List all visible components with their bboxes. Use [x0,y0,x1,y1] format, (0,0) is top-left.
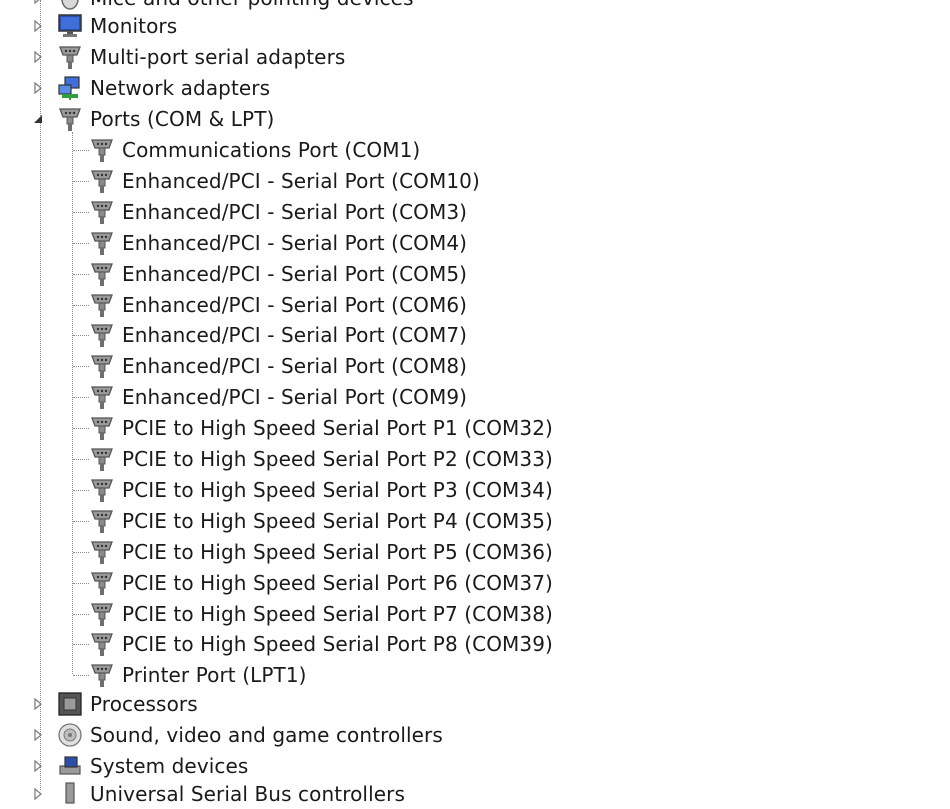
port-device-item[interactable]: PCIE to High Speed Serial Port P3 (COM34… [70,474,553,505]
port-device-label: PCIE to High Speed Serial Port P5 (COM36… [122,539,553,564]
expand-arrow-icon[interactable] [30,758,46,774]
tree-item-sound-video-game[interactable]: Sound, video and game controllers [30,719,443,750]
tree-item-label: Sound, video and game controllers [90,722,443,747]
network-adapter-icon [56,74,84,102]
port-icon [88,507,116,535]
port-icon [88,321,116,349]
port-icon [88,414,116,442]
port-device-label: PCIE to High Speed Serial Port P8 (COM39… [122,631,553,656]
port-device-label: Enhanced/PCI - Serial Port (COM5) [122,261,468,286]
tree-item-multi-port-serial-adapters[interactable]: Multi-port serial adapters [30,41,345,72]
port-device-label: PCIE to High Speed Serial Port P3 (COM34… [122,477,553,502]
port-device-label: PCIE to High Speed Serial Port P1 (COM32… [122,415,553,440]
tree-item-label: Ports (COM & LPT) [90,106,275,131]
port-device-item[interactable]: PCIE to High Speed Serial Port P8 (COM39… [70,628,553,659]
port-icon [88,445,116,473]
port-device-item[interactable]: PCIE to High Speed Serial Port P2 (COM33… [70,443,553,474]
monitor-icon [56,12,84,40]
usb-icon [56,780,84,808]
port-icon [88,569,116,597]
port-device-item[interactable]: Enhanced/PCI - Serial Port (COM4) [70,227,467,258]
port-icon [88,136,116,164]
tree-item-usb-controllers[interactable]: Universal Serial Bus controllers [30,778,405,809]
port-device-item[interactable]: PCIE to High Speed Serial Port P7 (COM38… [70,598,553,629]
expand-arrow-icon[interactable] [30,786,46,802]
port-device-label: Enhanced/PCI - Serial Port (COM8) [122,353,468,378]
port-icon [88,630,116,658]
port-icon [88,661,116,689]
port-icon [56,43,84,71]
port-device-item[interactable]: Communications Port (COM1) [70,134,420,165]
port-device-label: Enhanced/PCI - Serial Port (COM4) [122,230,468,255]
port-icon [88,291,116,319]
port-device-item[interactable]: Enhanced/PCI - Serial Port (COM3) [70,196,467,227]
port-device-label: PCIE to High Speed Serial Port P7 (COM38… [122,601,553,626]
tree-item-processors[interactable]: Processors [30,688,198,719]
tree-item-label: System devices [90,753,249,778]
tree-item-system-devices[interactable]: System devices [30,750,248,781]
port-icon [56,105,84,133]
tree-item-label: Monitors [90,13,178,38]
port-device-label: Enhanced/PCI - Serial Port (COM9) [122,384,468,409]
port-icon [88,260,116,288]
port-device-label: Enhanced/PCI - Serial Port (COM10) [122,168,480,193]
expand-arrow-icon[interactable] [30,0,46,6]
expand-arrow-icon[interactable] [30,727,46,743]
port-icon [88,167,116,195]
port-icon [88,476,116,504]
port-device-label: PCIE to High Speed Serial Port P6 (COM37… [122,570,553,595]
processor-icon [56,690,84,718]
expand-arrow-icon[interactable] [30,80,46,96]
tree-item-ports[interactable]: Ports (COM & LPT) [30,103,274,134]
port-icon [88,383,116,411]
tree-item-label: Universal Serial Bus controllers [90,781,405,806]
port-icon [88,198,116,226]
tree-item-label: Multi-port serial adapters [90,44,346,69]
collapse-arrow-icon[interactable] [30,111,46,127]
port-icon [88,600,116,628]
tree-item-monitors[interactable]: Monitors [30,10,177,41]
port-icon [88,229,116,257]
port-device-item[interactable]: PCIE to High Speed Serial Port P4 (COM35… [70,505,553,536]
speaker-icon [56,721,84,749]
port-device-item[interactable]: Enhanced/PCI - Serial Port (COM6) [70,289,467,320]
expand-arrow-icon[interactable] [30,696,46,712]
port-device-label: PCIE to High Speed Serial Port P4 (COM35… [122,508,553,533]
port-device-label: Enhanced/PCI - Serial Port (COM7) [122,322,468,347]
tree-item-label: Mice and other pointing devices [90,0,414,10]
system-devices-icon [56,752,84,780]
expand-arrow-icon[interactable] [30,49,46,65]
device-manager-tree: Mice and other pointing devices Monitors [0,0,950,806]
port-device-label: PCIE to High Speed Serial Port P2 (COM33… [122,446,553,471]
port-device-item[interactable]: PCIE to High Speed Serial Port P6 (COM37… [70,567,553,598]
port-device-item[interactable]: Enhanced/PCI - Serial Port (COM8) [70,350,467,381]
port-device-item[interactable]: Enhanced/PCI - Serial Port (COM7) [70,319,467,350]
port-device-item[interactable]: Printer Port (LPT1) [70,659,307,690]
port-device-item[interactable]: Enhanced/PCI - Serial Port (COM10) [70,165,480,196]
tree-item-label: Processors [90,691,198,716]
port-device-item[interactable]: Enhanced/PCI - Serial Port (COM9) [70,381,467,412]
expand-arrow-icon[interactable] [30,18,46,34]
port-device-label: Communications Port (COM1) [122,137,421,162]
port-device-item[interactable]: PCIE to High Speed Serial Port P1 (COM32… [70,412,553,443]
port-device-label: Enhanced/PCI - Serial Port (COM3) [122,199,468,224]
tree-item-network-adapters[interactable]: Network adapters [30,72,270,103]
port-device-item[interactable]: PCIE to High Speed Serial Port P5 (COM36… [70,536,553,567]
port-icon [88,352,116,380]
port-device-item[interactable]: Enhanced/PCI - Serial Port (COM5) [70,258,467,289]
port-device-label: Printer Port (LPT1) [122,662,307,687]
tree-item-label: Network adapters [90,75,271,100]
port-icon [88,538,116,566]
port-device-label: Enhanced/PCI - Serial Port (COM6) [122,292,468,317]
